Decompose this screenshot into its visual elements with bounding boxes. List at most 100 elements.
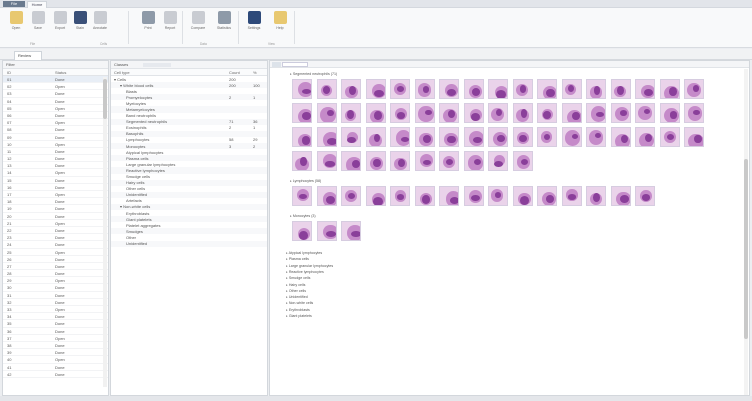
home-tab[interactable]: Home: [27, 1, 47, 8]
table-row[interactable]: 42 Done: [3, 371, 108, 378]
table-row[interactable]: 38 Done: [3, 342, 108, 350]
cell-thumbnail[interactable]: [390, 186, 410, 206]
cell-thumbnail[interactable]: [316, 103, 337, 123]
cell-thumbnail[interactable]: [537, 127, 557, 147]
cell-thumbnail[interactable]: [439, 127, 459, 147]
cell-thumbnail[interactable]: [488, 79, 508, 99]
table-row[interactable]: 03 Done: [3, 90, 108, 98]
table-row[interactable]: 09 Done: [3, 134, 108, 141]
cell-thumbnail[interactable]: [414, 103, 435, 123]
table-row[interactable]: 10 Open: [3, 141, 108, 148]
pen-button[interactable]: Annotate: [90, 11, 110, 41]
gallery-collapsed-group[interactable]: Erythroblasts: [286, 308, 310, 312]
cell-thumbnail[interactable]: [365, 79, 386, 99]
cell-thumbnail[interactable]: [512, 103, 533, 123]
table-row[interactable]: 16 Done: [3, 184, 108, 191]
cell-thumbnail[interactable]: [365, 103, 386, 123]
cell-thumbnail[interactable]: [610, 103, 631, 123]
cell-thumbnail[interactable]: [586, 186, 606, 206]
gallery-collapsed-group[interactable]: Large granular lymphocytes: [286, 264, 333, 268]
cell-thumbnail[interactable]: [537, 79, 557, 99]
column-header-count[interactable]: Count: [229, 70, 240, 75]
cell-thumbnail[interactable]: [390, 79, 410, 99]
cell-thumbnail[interactable]: [512, 186, 533, 206]
cell-thumbnail[interactable]: [463, 127, 484, 147]
gallery-collapsed-group[interactable]: Atypical lymphocytes: [286, 251, 323, 255]
table-row[interactable]: 15 Done: [3, 177, 108, 184]
cell-thumbnail[interactable]: [561, 127, 582, 147]
cell-thumbnail[interactable]: [561, 103, 582, 123]
cell-thumbnail[interactable]: [463, 79, 484, 99]
droplet-button[interactable]: Stain: [70, 11, 90, 41]
cell-thumbnail[interactable]: [292, 151, 312, 171]
cell-thumbnail[interactable]: [586, 127, 606, 147]
cell-thumbnail[interactable]: [316, 79, 337, 99]
table-row[interactable]: 39 Done: [3, 349, 108, 357]
cell-thumbnail[interactable]: [316, 221, 337, 241]
table-row[interactable]: 02 Open: [3, 83, 108, 91]
cell-thumbnail[interactable]: [586, 103, 606, 123]
cell-thumbnail[interactable]: [537, 103, 557, 123]
tree-item[interactable]: Unidentified: [111, 240, 267, 247]
table-row[interactable]: 14 Open: [3, 169, 108, 177]
cell-thumbnail[interactable]: [439, 79, 459, 99]
cell-thumbnail[interactable]: [684, 79, 704, 99]
table-row[interactable]: 29 Open: [3, 277, 108, 285]
cell-thumbnail[interactable]: [684, 127, 704, 147]
cell-thumbnail[interactable]: [365, 127, 386, 147]
cell-thumbnail[interactable]: [488, 103, 508, 123]
cell-thumbnail[interactable]: [537, 186, 557, 206]
table-row[interactable]: 18 Done: [3, 198, 108, 206]
table-row[interactable]: 04 Done: [3, 98, 108, 105]
table-row[interactable]: 19 Done: [3, 205, 108, 213]
table-row[interactable]: 35 Done: [3, 320, 108, 328]
cell-thumbnail[interactable]: [561, 186, 582, 206]
filter-label[interactable]: Filter: [6, 63, 15, 67]
cell-thumbnail[interactable]: [561, 79, 582, 99]
gallery-collapsed-group[interactable]: Other cells: [286, 289, 306, 293]
column-header-cell-type[interactable]: Cell type: [114, 70, 130, 75]
cell-thumbnail[interactable]: [635, 186, 655, 206]
gallery-collapsed-group[interactable]: Plasma cells: [286, 257, 309, 261]
cell-thumbnail[interactable]: [414, 151, 435, 171]
gallery-scrollbar[interactable]: [744, 69, 748, 395]
cell-thumbnail[interactable]: [635, 127, 655, 147]
table-row[interactable]: 28 Done: [3, 270, 108, 278]
table-row[interactable]: 17 Open: [3, 191, 108, 199]
cell-thumbnail[interactable]: [316, 186, 337, 206]
gallery-group-title[interactable]: Segmented neutrophils (71): [290, 72, 337, 76]
table-row[interactable]: 33 Open: [3, 306, 108, 314]
cell-thumbnail[interactable]: [463, 151, 484, 171]
report-button[interactable]: Report: [160, 11, 180, 41]
table-row[interactable]: 40 Open: [3, 356, 108, 364]
table-row[interactable]: 37 Open: [3, 335, 108, 342]
cell-thumbnail[interactable]: [316, 127, 337, 147]
view-select[interactable]: [272, 62, 281, 67]
cell-thumbnail[interactable]: [414, 186, 435, 206]
cell-thumbnail[interactable]: [684, 103, 704, 123]
cell-thumbnail[interactable]: [488, 151, 508, 171]
cell-thumbnail[interactable]: [439, 103, 459, 123]
cell-thumbnail[interactable]: [292, 103, 312, 123]
table-row[interactable]: 07 Open: [3, 119, 108, 127]
cell-thumbnail[interactable]: [341, 186, 361, 206]
cell-thumbnail[interactable]: [512, 127, 533, 147]
column-header-id[interactable]: ID: [7, 70, 11, 75]
table-row[interactable]: 34 Done: [3, 313, 108, 321]
print-button[interactable]: Print: [138, 11, 158, 41]
table-row[interactable]: 25 Open: [3, 249, 108, 256]
table-row[interactable]: 21 Open: [3, 220, 108, 227]
cell-thumbnail[interactable]: [463, 186, 484, 206]
cell-thumbnail[interactable]: [341, 151, 361, 171]
cell-thumbnail[interactable]: [635, 103, 655, 123]
cell-thumbnail[interactable]: [341, 79, 361, 99]
table-row[interactable]: 24 Done: [3, 241, 108, 249]
table-row[interactable]: 36 Done: [3, 328, 108, 335]
cell-thumbnail[interactable]: [414, 79, 435, 99]
table-row[interactable]: 23 Done: [3, 234, 108, 242]
table-row[interactable]: 22 Done: [3, 227, 108, 235]
cell-thumbnail[interactable]: [635, 79, 655, 99]
gallery-collapsed-group[interactable]: Smudge cells: [286, 276, 311, 280]
classes-label[interactable]: Classes: [114, 63, 128, 67]
cell-thumbnail[interactable]: [586, 79, 606, 99]
